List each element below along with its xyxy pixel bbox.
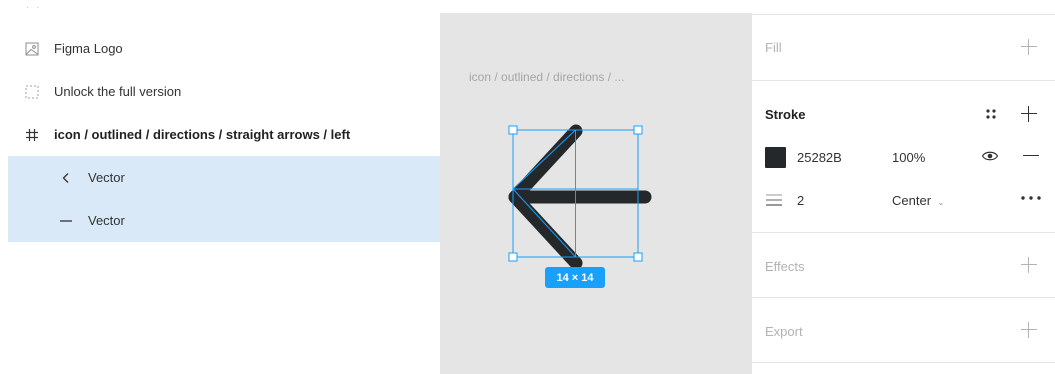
stroke-color-swatch[interactable] <box>765 147 786 168</box>
add-stroke-icon[interactable] <box>1020 105 1038 123</box>
divider <box>752 14 1055 15</box>
divider <box>752 80 1055 81</box>
add-export-icon[interactable] <box>1020 321 1038 339</box>
size-badge: 14 × 14 <box>545 267 605 288</box>
stroke-align-dropdown[interactable]: Center ⌄ <box>892 193 945 208</box>
export-section-title: Export <box>765 324 803 339</box>
stroke-color-hex[interactable]: 25282B <box>797 150 842 165</box>
frame-name-label[interactable]: icon / outlined / directions / ... <box>469 70 624 84</box>
layer-item-unlock[interactable]: Unlock the full version <box>8 70 440 113</box>
stroke-align-label: Center <box>892 193 932 208</box>
minus-icon <box>58 213 74 229</box>
frame-hash-icon <box>24 127 40 143</box>
layer-item-figma-logo[interactable]: Figma Logo <box>8 27 440 70</box>
stroke-weight-icon <box>766 194 782 206</box>
remove-stroke-icon[interactable] <box>1023 155 1039 156</box>
layer-item-vector-line[interactable]: Vector <box>8 199 440 242</box>
divider <box>752 297 1055 298</box>
truncated-layer-indicator: · · <box>26 2 42 13</box>
layer-label: Vector <box>88 170 125 185</box>
eye-icon[interactable] <box>981 149 999 163</box>
stroke-opacity[interactable]: 100% <box>892 150 925 165</box>
stroke-weight-value[interactable]: 2 <box>797 193 804 208</box>
layer-label: Unlock the full version <box>54 84 182 99</box>
chevron-down-icon: ⌄ <box>937 197 945 207</box>
layer-item-vector-chevron[interactable]: Vector <box>8 156 440 199</box>
divider <box>752 362 1055 363</box>
layer-label: icon / outlined / directions / straight … <box>54 127 351 142</box>
fill-section-title: Fill <box>765 40 782 55</box>
arrow-left-vector[interactable] <box>497 113 657 273</box>
resize-handle-top-left[interactable] <box>508 125 518 135</box>
layer-label: Vector <box>88 213 125 228</box>
layer-label: Figma Logo <box>54 41 123 56</box>
add-fill-icon[interactable] <box>1020 38 1038 56</box>
layer-item-icon-frame[interactable]: icon / outlined / directions / straight … <box>8 113 440 156</box>
chevron-left-icon <box>58 170 74 186</box>
properties-panel: Fill Stroke 25282B 100% 2 Center ⌄ Effect… <box>752 0 1055 374</box>
stroke-section-title: Stroke <box>765 107 806 122</box>
divider <box>752 232 1055 233</box>
more-options-icon[interactable] <box>1020 193 1042 203</box>
design-canvas[interactable]: icon / outlined / directions / ... 14 × … <box>440 13 752 374</box>
effects-section-title: Effects <box>765 259 805 274</box>
resize-handle-top-right[interactable] <box>633 125 643 135</box>
resize-handle-bottom-right[interactable] <box>633 252 643 262</box>
dashed-frame-icon <box>24 84 40 100</box>
resize-handle-bottom-left[interactable] <box>508 252 518 262</box>
image-icon <box>24 41 40 57</box>
add-effect-icon[interactable] <box>1020 256 1038 274</box>
style-grid-icon[interactable] <box>984 107 998 121</box>
layers-panel: · · Figma Logo Unlock the full version i… <box>0 0 440 374</box>
